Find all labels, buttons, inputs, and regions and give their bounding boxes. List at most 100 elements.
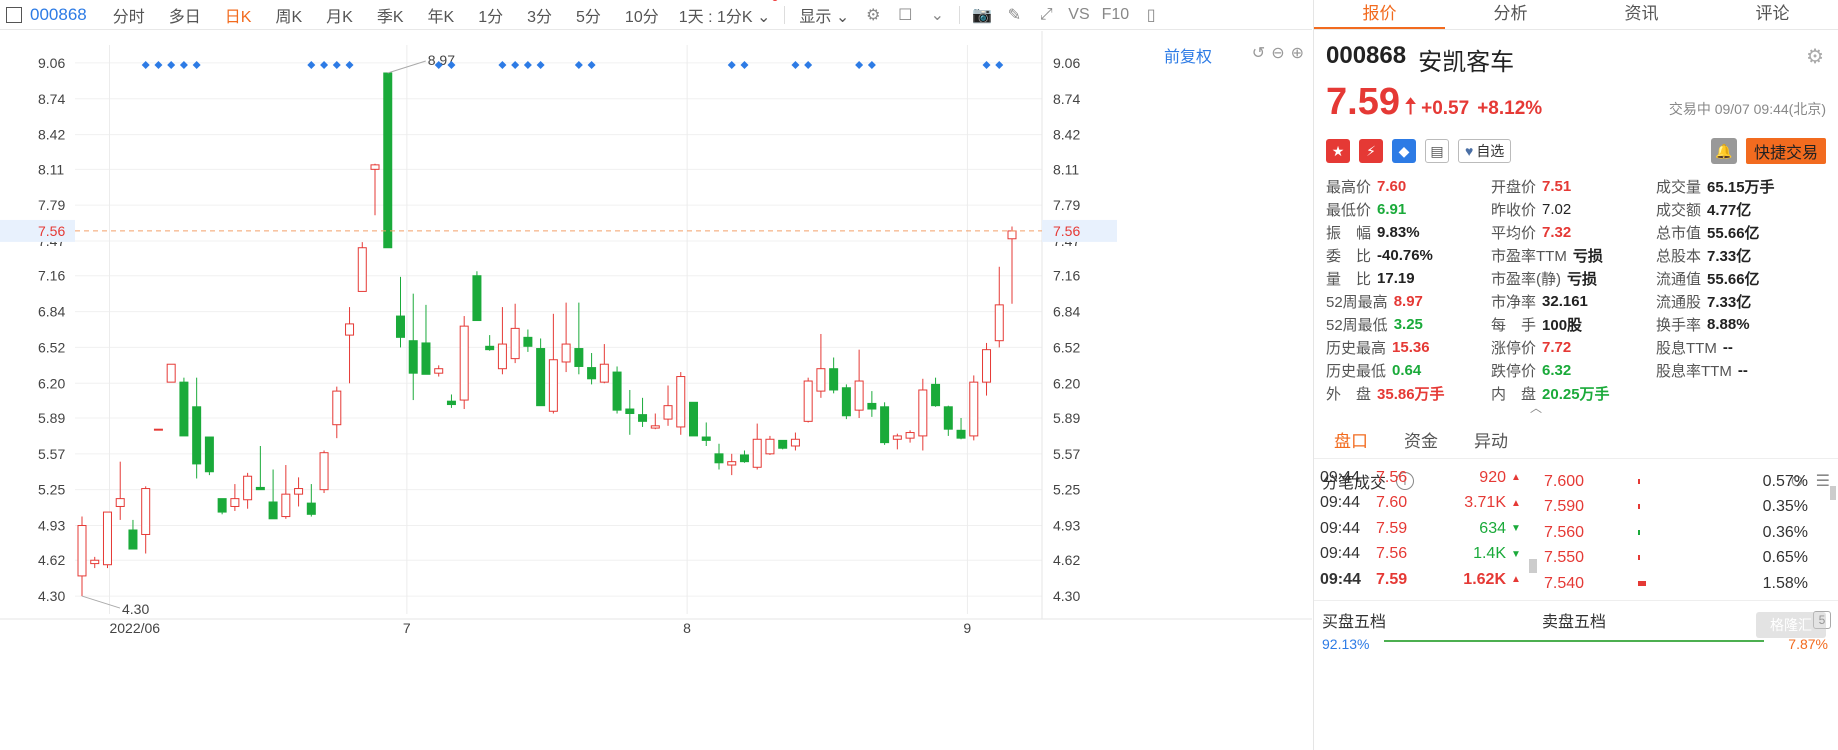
panel-tab[interactable]: 分析 <box>1445 0 1576 29</box>
signal-marker <box>867 61 876 69</box>
signal-marker <box>574 61 583 69</box>
quote-cell: 市净率 32.161 <box>1491 291 1656 311</box>
candle-body <box>969 381 979 437</box>
period-tab[interactable]: 月K <box>314 3 365 27</box>
candle-body <box>765 438 775 455</box>
detail-subtab[interactable]: 资金 <box>1404 427 1438 458</box>
period-tab[interactable]: 季K <box>365 3 416 27</box>
y-tick-label: 7.16 <box>1053 268 1080 284</box>
panel-toggle-icon[interactable] <box>6 6 22 23</box>
quote-cell: 股息率TTM -- <box>1656 360 1821 380</box>
tick-price: 7.56 <box>1376 468 1408 486</box>
signal-marker <box>498 61 507 69</box>
gear-icon[interactable]: ⚙ <box>1806 44 1824 69</box>
quote-label: 最高价 <box>1326 178 1372 196</box>
quote-value: 65.15万手 <box>1707 178 1775 196</box>
detail-subtab[interactable]: 盘口 <box>1334 427 1368 458</box>
toolbar-stock-code[interactable]: 000868 <box>30 5 87 25</box>
period-tab[interactable]: 多日 <box>157 3 213 27</box>
reset-icon[interactable]: ↺ <box>1252 43 1265 63</box>
last-price: 7.59 <box>1326 81 1400 123</box>
quote-label: 成交额 <box>1656 201 1702 219</box>
fullscreen-icon[interactable]: ⤢ <box>1036 5 1056 25</box>
camera-icon[interactable]: 📷 <box>972 5 992 25</box>
range-select[interactable]: 1天 : 1分K ⌄ <box>671 0 779 27</box>
signal-marker <box>995 61 1004 69</box>
f10-button[interactable]: F10 <box>1102 5 1130 25</box>
period-tab[interactable]: 5分 <box>564 3 613 27</box>
period-tab[interactable]: 日K <box>213 3 264 27</box>
quote-value: 100股 <box>1542 316 1583 334</box>
period-tab[interactable]: 周K <box>263 3 314 27</box>
price-row: 7.59 🠅 +0.57 +8.12% 交易中 09/07 09:44(北京) <box>1326 81 1826 130</box>
period-tab[interactable]: 3分 <box>515 3 564 27</box>
kline-chart[interactable]: 9.06 9.06 8.74 8.74 8.42 8.42 8.11 8.11 7.79 7.79… <box>0 31 1312 750</box>
candle-body <box>727 461 737 466</box>
period-tab[interactable]: 年K <box>416 3 467 27</box>
panel-tab[interactable]: 评论 <box>1707 0 1838 29</box>
y-tick-label: 4.93 <box>1053 518 1080 534</box>
notify-dot <box>772 0 779 1</box>
quote-label: 换手率 <box>1656 316 1702 334</box>
display-select[interactable]: 显示 ⌄ <box>791 3 857 27</box>
tick-volume: 1.62K <box>1463 570 1506 588</box>
lightning-icon[interactable]: ⚡ <box>1359 139 1383 163</box>
candle-body <box>408 340 418 374</box>
price-level-row: 7.560 0.36% <box>1542 520 1832 546</box>
bell-icon[interactable]: 🔔 <box>1710 138 1737 164</box>
zoom-out-icon[interactable]: ⊖ <box>1271 43 1284 63</box>
scrollbar-thumb[interactable] <box>1529 559 1537 573</box>
candle-body <box>867 402 877 410</box>
x-tick-label: 7 <box>403 620 411 636</box>
quote-label: 历史最低 <box>1326 362 1387 380</box>
square-icon[interactable]: ☐ <box>895 5 915 25</box>
signal-marker <box>536 61 545 69</box>
quote-label: 最低价 <box>1326 201 1372 219</box>
panel-tab[interactable]: 资讯 <box>1576 0 1707 29</box>
vs-button[interactable]: VS <box>1068 5 1089 25</box>
tag-icon[interactable]: ◆ <box>1392 139 1416 163</box>
quote-value: 32.161 <box>1542 292 1588 310</box>
chevron-down-icon[interactable]: ⌄ <box>927 5 947 25</box>
y-tick-label: 6.84 <box>1053 304 1080 320</box>
detail-subtab[interactable]: 异动 <box>1474 427 1508 458</box>
period-tab[interactable]: 10分 <box>613 3 671 27</box>
period-tab[interactable]: 分时 <box>101 3 157 27</box>
y-tick-label: 7.79 <box>1053 197 1080 213</box>
quote-cell: 股息TTM -- <box>1656 337 1821 357</box>
add-watchlist-button[interactable]: ♥ 自选 <box>1458 139 1512 163</box>
pencil-icon[interactable]: ✎ <box>1004 5 1024 25</box>
y-tick-label: 6.20 <box>38 375 65 391</box>
quote-cell: 总市值 55.66亿 <box>1656 222 1821 242</box>
adjust-select[interactable]: 前复权 <box>1164 43 1212 67</box>
bookmark-icon[interactable]: ▤ <box>1425 139 1449 163</box>
y-tick-label: 5.57 <box>1053 446 1080 462</box>
quote-cell: 最高价 7.60 <box>1326 176 1491 196</box>
candle-body <box>536 348 546 407</box>
quote-label: 平均价 <box>1491 224 1537 242</box>
panel-tab[interactable]: 报价 <box>1314 0 1445 29</box>
quick-trade-button[interactable]: 快捷交易 <box>1745 138 1826 164</box>
quote-cell: 跌停价 6.32 <box>1491 360 1656 380</box>
quote-label: 52周最高 <box>1326 293 1388 311</box>
sidebar-icon[interactable]: ▯ <box>1141 5 1161 25</box>
zoom-in-icon[interactable]: ⊕ <box>1291 43 1304 63</box>
scrollbar-thumb[interactable] <box>1830 486 1836 500</box>
collapse-chevron-icon[interactable]: ︿ <box>1234 402 1838 414</box>
candle-body <box>625 408 635 415</box>
quote-cell: 历史最高 15.36 <box>1326 337 1491 357</box>
level-price: 7.560 <box>1544 523 1585 541</box>
quote-value: 7.60 <box>1377 177 1407 195</box>
candle-body <box>638 414 648 422</box>
tick-time: 09:44 <box>1320 468 1361 486</box>
level-bar <box>1638 579 1738 589</box>
period-tab[interactable]: 1分 <box>466 3 515 27</box>
signal-marker <box>179 61 188 69</box>
signal-marker <box>511 61 520 69</box>
candle-body <box>778 439 788 449</box>
y-tick-label: 8.74 <box>1053 91 1080 107</box>
level-bar <box>1638 553 1738 563</box>
y-tick-label: 5.25 <box>38 482 65 498</box>
settings-icon[interactable]: ⚙ <box>863 5 883 25</box>
tick-volume: 634 <box>1479 519 1506 537</box>
